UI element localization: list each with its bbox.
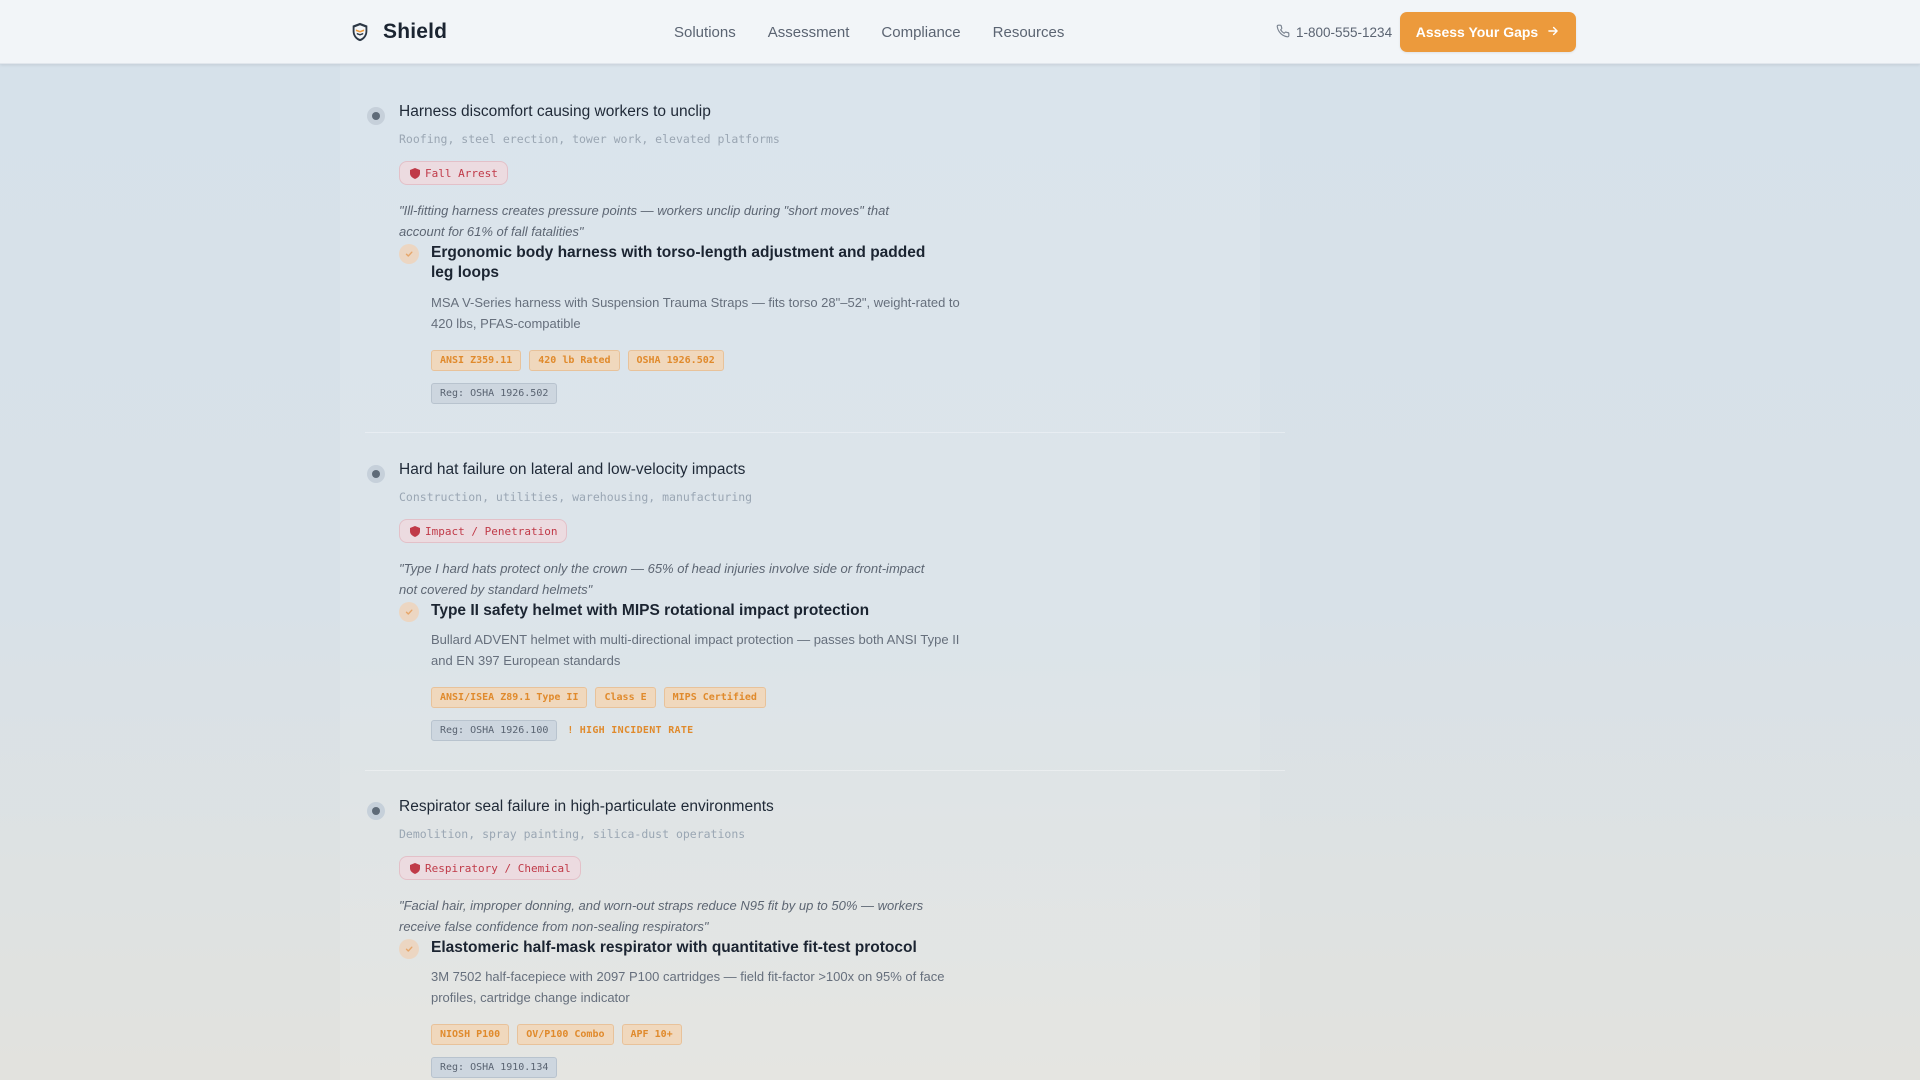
nav-assessment[interactable]: Assessment bbox=[768, 24, 850, 41]
divider bbox=[365, 770, 1285, 771]
standard-tag: 420 lb Rated bbox=[529, 350, 620, 371]
shield-icon bbox=[410, 862, 420, 874]
regulation-row: Reg: OSHA 1926.100 ! HIGH INCIDENT RATE bbox=[431, 720, 693, 741]
brand-name: Shield bbox=[383, 20, 448, 43]
hazard-badge: Respiratory / Chemical bbox=[399, 856, 581, 880]
regulation-row: Reg: OSHA 1926.502 bbox=[431, 383, 558, 404]
item-status-dot bbox=[367, 107, 385, 125]
standard-tag: APF 10+ bbox=[621, 1024, 682, 1045]
item-title: Harness discomfort causing workers to un… bbox=[399, 103, 711, 120]
standard-tag: OSHA 1926.502 bbox=[627, 350, 724, 371]
solution-title: Ergonomic body harness with torso-length… bbox=[431, 244, 926, 281]
item-status-dot bbox=[367, 465, 385, 483]
regulation-tag: Reg: OSHA 1926.502 bbox=[431, 383, 558, 404]
standards-tags: NIOSH P100 OV/P100 Combo APF 10+ bbox=[431, 1024, 682, 1045]
standard-tag: Class E bbox=[595, 687, 656, 708]
solution-description: MSA V-Series harness with Suspension Tra… bbox=[431, 295, 960, 331]
hazard-label: Impact / Penetration bbox=[425, 524, 558, 538]
shield-icon bbox=[410, 525, 420, 537]
gap-item: Respirator seal failure in high-particul… bbox=[365, 798, 985, 1080]
item-industries: Demolition, spray painting, silica-dust … bbox=[399, 827, 746, 841]
item-quote: "Ill-fitting harness creates pressure po… bbox=[399, 203, 889, 239]
standard-tag: MIPS Certified bbox=[663, 687, 766, 708]
hazard-label: Fall Arrest bbox=[425, 166, 498, 180]
check-icon bbox=[399, 244, 419, 264]
phone-icon bbox=[1276, 24, 1290, 41]
solution-title: Type II safety helmet with MIPS rotation… bbox=[431, 602, 870, 619]
check-icon bbox=[399, 602, 419, 622]
gap-item: Hard hat failure on lateral and low-velo… bbox=[365, 461, 985, 761]
hazard-badge: Fall Arrest bbox=[399, 161, 508, 185]
alert-icon: ! bbox=[567, 725, 574, 736]
item-industries: Roofing, steel erection, tower work, ele… bbox=[399, 132, 780, 146]
assess-gaps-button[interactable]: Assess Your Gaps bbox=[1400, 12, 1576, 52]
main-nav: Solutions Assessment Compliance Resource… bbox=[674, 0, 1064, 64]
phone-link[interactable]: 1-800-555-1234 bbox=[1276, 0, 1392, 64]
nav-resources[interactable]: Resources bbox=[993, 24, 1065, 41]
item-quote: "Facial hair, improper donning, and worn… bbox=[399, 898, 924, 934]
regulation-row: Reg: OSHA 1910.134 bbox=[431, 1057, 558, 1078]
incident-alert: ! HIGH INCIDENT RATE bbox=[567, 725, 693, 736]
check-icon bbox=[399, 939, 419, 959]
standards-tags: ANSI Z359.11 420 lb Rated OSHA 1926.502 bbox=[431, 350, 724, 371]
item-status-dot bbox=[367, 802, 385, 820]
shield-icon bbox=[410, 167, 420, 179]
item-industries: Construction, utilities, warehousing, ma… bbox=[399, 490, 753, 504]
standard-tag: NIOSH P100 bbox=[431, 1024, 510, 1045]
arrow-right-icon bbox=[1546, 24, 1560, 41]
solution-description: 3M 7502 half-facepiece with 2097 P100 ca… bbox=[431, 969, 945, 1005]
brand[interactable]: Shield bbox=[349, 0, 447, 64]
item-title: Hard hat failure on lateral and low-velo… bbox=[399, 461, 746, 478]
standard-tag: OV/P100 Combo bbox=[517, 1024, 614, 1045]
standards-tags: ANSI/ISEA Z89.1 Type II Class E MIPS Cer… bbox=[431, 687, 766, 708]
regulation-tag: Reg: OSHA 1926.100 bbox=[431, 720, 558, 741]
item-title: Respirator seal failure in high-particul… bbox=[399, 798, 774, 815]
gap-item: Harness discomfort causing workers to un… bbox=[365, 103, 985, 404]
phone-number: 1-800-555-1234 bbox=[1296, 24, 1393, 40]
regulation-tag: Reg: OSHA 1910.134 bbox=[431, 1057, 558, 1078]
hazard-badge: Impact / Penetration bbox=[399, 519, 568, 543]
shield-logo-icon bbox=[349, 21, 371, 43]
solution-description: Bullard ADVENT helmet with multi-directi… bbox=[431, 632, 960, 668]
standard-tag: ANSI/ISEA Z89.1 Type II bbox=[431, 687, 588, 708]
solution-title: Elastomeric half-mask respirator with qu… bbox=[431, 939, 917, 956]
hazard-label: Respiratory / Chemical bbox=[425, 861, 571, 875]
assess-gaps-label: Assess Your Gaps bbox=[1415, 24, 1539, 40]
standard-tag: ANSI Z359.11 bbox=[431, 350, 522, 371]
item-quote: "Type I hard hats protect only the crown… bbox=[399, 561, 925, 597]
site-header: Shield Solutions Assessment Compliance R… bbox=[0, 0, 1920, 64]
divider bbox=[365, 432, 1285, 433]
incident-alert-label: HIGH INCIDENT RATE bbox=[579, 725, 694, 736]
nav-compliance[interactable]: Compliance bbox=[881, 24, 960, 41]
nav-solutions[interactable]: Solutions bbox=[674, 24, 736, 41]
